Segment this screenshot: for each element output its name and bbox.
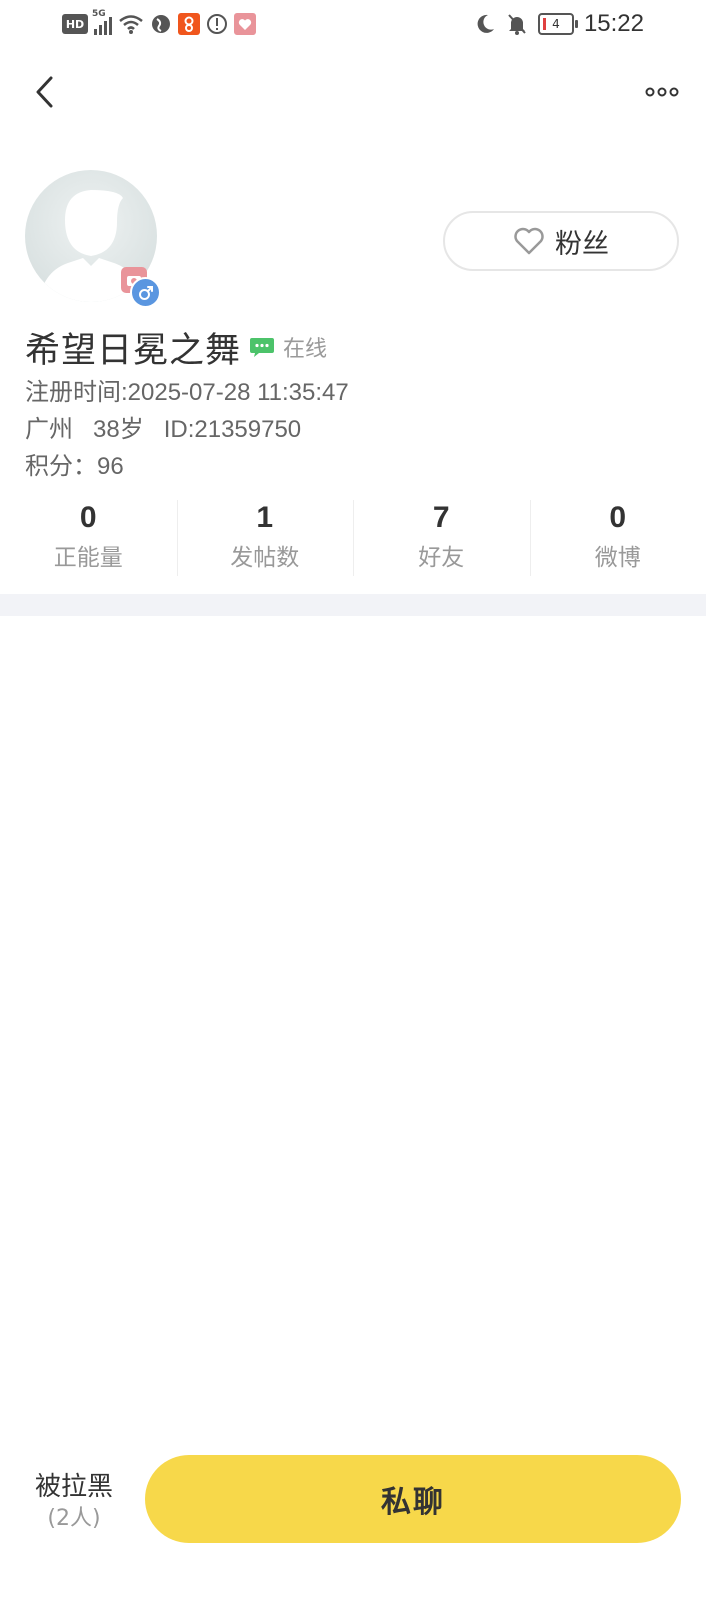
stat-positive-energy[interactable]: 0 正能量 — [0, 498, 177, 578]
stat-value: 0 — [609, 501, 627, 534]
chat-bubble-icon — [250, 338, 275, 357]
app-notification-icon — [178, 13, 200, 35]
private-chat-label: 私聊 — [381, 1485, 445, 1520]
status-icons-right: 4 15:22 — [474, 8, 644, 40]
stat-posts[interactable]: 1 发帖数 — [176, 498, 354, 578]
chevron-left-icon — [36, 76, 53, 108]
online-status: 在线 — [283, 337, 328, 362]
heart-app-icon — [234, 13, 256, 35]
network-label: 5G — [92, 9, 106, 19]
mute-bell-icon — [508, 14, 526, 35]
stat-label: 好友 — [418, 545, 465, 571]
stat-friends[interactable]: 7 好友 — [353, 498, 530, 578]
more-button[interactable] — [634, 70, 690, 114]
stat-label: 微博 — [594, 545, 641, 571]
signal-icon: 5G — [92, 9, 112, 35]
username: 希望日冕之舞 — [25, 330, 242, 371]
stat-label: 发帖数 — [230, 545, 300, 571]
stats-row: 0 正能量 1 发帖数 7 好友 0 微博 — [0, 498, 706, 578]
name-row: 希望日冕之舞 在线 — [25, 322, 327, 372]
heart-icon — [514, 227, 544, 255]
section-divider — [0, 594, 706, 616]
stat-value: 1 — [256, 501, 274, 534]
stat-label: 正能量 — [53, 545, 123, 571]
back-button[interactable] — [20, 64, 68, 120]
moon-icon — [477, 14, 494, 33]
follow-button-label: 粉丝 — [555, 228, 609, 260]
stat-weibo[interactable]: 0 微博 — [529, 498, 707, 578]
blacklist-label: 被拉黑 — [34, 1472, 113, 1502]
register-time: 注册时间:2025-07-28 11:35:47 — [25, 379, 349, 406]
battery-level: 4 — [552, 17, 560, 31]
wifi-icon — [119, 15, 143, 34]
status-bar: HD 5G 4 15:22 — [0, 0, 720, 48]
private-chat-button[interactable]: 私聊 — [145, 1455, 681, 1543]
blacklist-count: (2人) — [47, 1506, 101, 1531]
points: 积分：96 — [25, 453, 124, 480]
globe-icon — [152, 15, 170, 33]
status-time: 15:22 — [583, 10, 644, 37]
follow-button[interactable]: 粉丝 — [443, 211, 679, 271]
battery-icon: 4 — [537, 13, 578, 35]
blacklist-info[interactable]: 被拉黑 (2人) — [22, 1466, 126, 1538]
stat-value: 0 — [79, 501, 97, 534]
location-age-id: 广州 38岁 ID:21359750 — [25, 416, 302, 443]
stat-value: 7 — [432, 501, 450, 534]
status-icons-left: HD 5G — [62, 9, 256, 38]
alert-icon — [207, 14, 227, 34]
hd-badge: HD — [62, 14, 88, 34]
male-gender-icon — [130, 277, 161, 308]
more-dots-icon — [645, 87, 679, 97]
